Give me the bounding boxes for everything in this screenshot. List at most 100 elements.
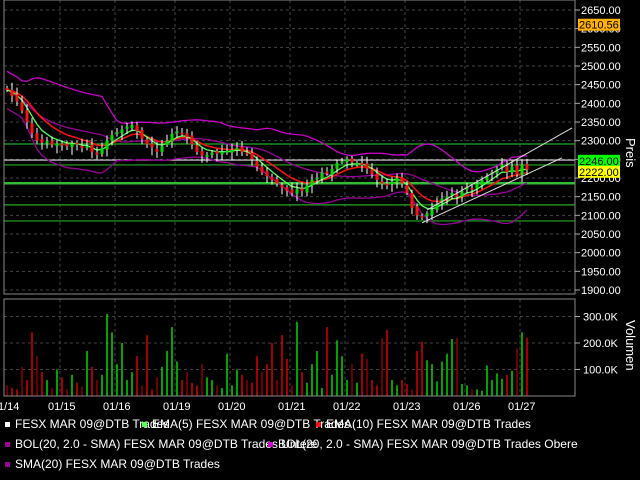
candle-body	[250, 152, 254, 160]
candle-body	[175, 131, 179, 134]
candle-body	[220, 151, 224, 155]
x-tick-label: 1/14	[0, 401, 19, 413]
candle-body	[290, 189, 294, 193]
price-badge-label: 2610.56	[579, 20, 619, 32]
time-axis: 1/14 01/15 01/16 01/19 01/20 01/21 01/22 01/23 0…	[0, 401, 536, 413]
candle-body	[265, 170, 269, 177]
candle-body	[240, 146, 244, 152]
candle-body	[505, 166, 509, 173]
candle-body	[295, 189, 299, 194]
volume-axis-label: Volumen	[623, 320, 638, 371]
candle-body	[400, 177, 404, 184]
y-tick-label: 1950.00	[581, 266, 621, 278]
volume-tick-label: 200.0K	[583, 338, 619, 350]
horizontal-lines[interactable]	[4, 143, 575, 222]
candle-body	[515, 165, 519, 175]
x-tick-label: 01/16	[103, 401, 131, 413]
legend-swatch	[5, 422, 10, 427]
candle-body	[360, 163, 364, 165]
x-tick-label: 01/23	[393, 401, 421, 413]
candle-body	[480, 179, 484, 186]
candle-body	[205, 154, 209, 158]
candle-body	[185, 133, 189, 137]
candle-body	[150, 143, 154, 148]
candle-body	[405, 185, 409, 193]
y-tick-label: 2350.00	[581, 117, 621, 129]
legend-swatch	[5, 462, 10, 467]
candle-body	[315, 178, 319, 180]
candle-body	[350, 158, 354, 163]
candle-body	[120, 129, 124, 134]
candle-body	[45, 141, 49, 144]
candle-body	[275, 179, 279, 184]
x-tick-label: 01/22	[333, 401, 361, 413]
candle-body	[55, 143, 59, 146]
candle-body	[390, 181, 394, 184]
price-volume-chart[interactable]: 2650.002600.002550.002500.002450.002400.…	[0, 0, 640, 480]
candle-body	[65, 143, 69, 147]
y-tick-label: 2500.00	[581, 61, 621, 73]
x-tick-label: 01/15	[48, 401, 76, 413]
x-tick-label: 01/19	[163, 401, 191, 413]
candle-body	[305, 185, 309, 193]
candle-body	[100, 148, 104, 155]
indicator-lines	[6, 70, 528, 226]
legend-swatch	[142, 422, 147, 427]
candle-body	[425, 213, 429, 217]
candle-body	[130, 124, 134, 128]
candle-body	[20, 102, 24, 111]
candle-body	[520, 164, 524, 176]
candle-body	[335, 163, 339, 169]
x-tick-label: 01/21	[278, 401, 306, 413]
candle-body	[90, 144, 94, 152]
candle-body	[170, 133, 174, 142]
price-badge-label: 2222.00	[579, 167, 619, 179]
candle-body	[160, 146, 164, 152]
candle-body	[125, 126, 129, 129]
candle-body	[60, 143, 64, 146]
y-tick-label: 2000.00	[581, 248, 621, 260]
candle-body	[365, 163, 369, 169]
candle-body	[190, 135, 194, 145]
y-tick-label: 2450.00	[581, 80, 621, 92]
candle-body	[355, 163, 359, 165]
candles	[5, 82, 529, 224]
y-tick-label: 1900.00	[581, 285, 621, 297]
candle-body	[270, 176, 274, 180]
candle-body	[105, 140, 109, 150]
y-tick-label: 2050.00	[581, 229, 621, 241]
candle-body	[285, 187, 289, 192]
candle-body	[460, 191, 464, 197]
candle-body	[230, 150, 234, 153]
x-tick-label: 01/26	[453, 401, 481, 413]
candle-body	[380, 181, 384, 184]
candle-body	[320, 172, 324, 179]
candle-body	[235, 148, 239, 150]
candle-body	[475, 183, 479, 189]
y-tick-label: 2150.00	[581, 192, 621, 204]
candle-body	[50, 140, 54, 145]
y-tick-label: 2550.00	[581, 42, 621, 54]
volume-axis: 300.0K 200.0K 100.0K	[575, 312, 619, 377]
candle-body	[35, 133, 39, 141]
candle-body	[115, 132, 119, 134]
candle-body	[430, 209, 434, 215]
candle-body	[340, 161, 344, 163]
candle-body	[215, 151, 219, 154]
candle-body	[70, 143, 74, 148]
price-axis-label: Preis	[623, 138, 638, 168]
volume-bars	[6, 313, 528, 396]
legend-label: SMA(20) FESX MAR 09@DTB Trades	[15, 457, 220, 471]
candle-body	[10, 89, 14, 96]
candle-body	[40, 139, 44, 143]
candle-body	[135, 124, 139, 132]
candle-body	[25, 110, 29, 122]
candle-body	[245, 152, 249, 155]
candle-body	[280, 185, 284, 188]
candle-body	[325, 171, 329, 174]
candle-body	[200, 151, 204, 156]
candle-body	[155, 148, 159, 152]
candle-body	[85, 146, 89, 149]
legend-swatch	[316, 422, 321, 427]
candle-body	[110, 135, 114, 141]
